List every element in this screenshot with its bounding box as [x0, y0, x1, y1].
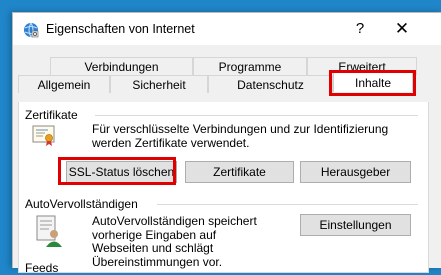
- autocomplete-icon: [36, 215, 62, 247]
- certificates-group-label: Zertifikate: [25, 108, 78, 122]
- tab-sicherheit[interactable]: Sicherheit: [110, 75, 208, 93]
- autocomplete-group-label: AutoVervollständigen: [25, 197, 138, 211]
- tab-datenschutz[interactable]: Datenschutz: [208, 75, 333, 93]
- window-title: Eigenschaften von Internet: [46, 22, 195, 36]
- title-bar: Eigenschaften von Internet ? ✕: [13, 13, 441, 45]
- help-button[interactable]: ?: [346, 15, 374, 43]
- close-button[interactable]: ✕: [388, 15, 416, 43]
- tab-verbindungen[interactable]: Verbindungen: [50, 57, 193, 75]
- tab-programme[interactable]: Programme: [193, 57, 307, 75]
- certificates-description: Für verschlüsselte Verbindungen und zur …: [92, 122, 389, 150]
- tab-inhalte[interactable]: Inhalte: [333, 72, 413, 92]
- tab-allgemein[interactable]: Allgemein: [18, 75, 110, 93]
- certificates-button[interactable]: Zertifikate: [185, 161, 294, 183]
- publishers-button[interactable]: Herausgeber: [300, 161, 411, 183]
- feeds-group-label: Feeds: [25, 261, 59, 275]
- autocomplete-description: AutoVervollständigen speichert vorherige…: [92, 214, 257, 269]
- autocomplete-settings-button[interactable]: Einstellungen: [300, 214, 411, 236]
- internet-options-dialog: Eigenschaften von Internet ? ✕ Verbindun…: [12, 12, 441, 275]
- certificates-group-divider: [95, 115, 418, 116]
- internet-options-icon: [24, 22, 39, 38]
- autocomplete-group-divider: [157, 204, 418, 205]
- ssl-status-clear-button[interactable]: SSL-Status löschen: [66, 161, 177, 183]
- certificate-icon: [32, 125, 55, 146]
- tab-panel-inhalte: Zertifikate Für verschlüsselte Verbindun…: [18, 102, 429, 275]
